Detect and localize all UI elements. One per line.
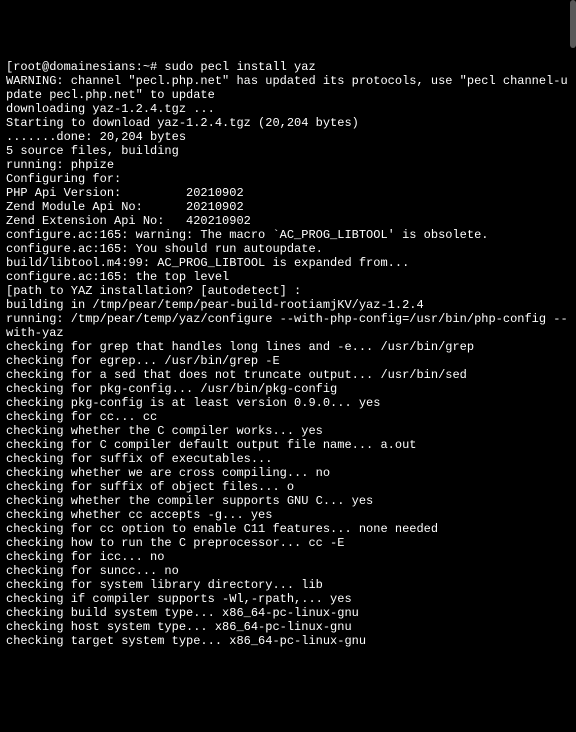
terminal-line: Configuring for: (6, 172, 570, 186)
terminal-line: checking target system type... x86_64-pc… (6, 634, 570, 648)
terminal-line: checking for suffix of executables... (6, 452, 570, 466)
terminal-line: [root@domainesians:~# sudo pecl install … (6, 60, 570, 74)
terminal-line: Zend Extension Api No: 420210902 (6, 214, 570, 228)
terminal-line: WARNING: channel "pecl.php.net" has upda… (6, 74, 570, 102)
terminal-line: checking for cc option to enable C11 fea… (6, 522, 570, 536)
terminal-line: running: /tmp/pear/temp/yaz/configure --… (6, 312, 570, 340)
terminal-line: checking for grep that handles long line… (6, 340, 570, 354)
terminal-line: checking build system type... x86_64-pc-… (6, 606, 570, 620)
terminal-line: checking for pkg-config... /usr/bin/pkg-… (6, 382, 570, 396)
terminal-line: Starting to download yaz-1.2.4.tgz (20,2… (6, 116, 570, 130)
terminal-line: checking whether cc accepts -g... yes (6, 508, 570, 522)
terminal-line: checking pkg-config is at least version … (6, 396, 570, 410)
terminal-line: .......done: 20,204 bytes (6, 130, 570, 144)
terminal-line: checking whether the C compiler works...… (6, 424, 570, 438)
terminal-line: checking for suffix of object files... o (6, 480, 570, 494)
terminal-line: running: phpize (6, 158, 570, 172)
terminal-line: PHP Api Version: 20210902 (6, 186, 570, 200)
terminal-line: configure.ac:165: the top level (6, 270, 570, 284)
terminal-line: checking for icc... no (6, 550, 570, 564)
terminal-line: checking for system library directory...… (6, 578, 570, 592)
terminal-line: configure.ac:165: warning: The macro `AC… (6, 228, 570, 242)
terminal-line: checking for C compiler default output f… (6, 438, 570, 452)
terminal-line: checking how to run the C preprocessor..… (6, 536, 570, 550)
terminal-line: build/libtool.m4:99: AC_PROG_LIBTOOL is … (6, 256, 570, 270)
terminal-line: checking whether we are cross compiling.… (6, 466, 570, 480)
terminal-line: checking if compiler supports -Wl,-rpath… (6, 592, 570, 606)
terminal-line: checking whether the compiler supports G… (6, 494, 570, 508)
terminal-line: 5 source files, building (6, 144, 570, 158)
terminal-line: [path to YAZ installation? [autodetect] … (6, 284, 570, 298)
terminal-line: checking for suncc... no (6, 564, 570, 578)
terminal-line: downloading yaz-1.2.4.tgz ... (6, 102, 570, 116)
terminal-output[interactable]: [root@domainesians:~# sudo pecl install … (6, 60, 570, 648)
terminal-line: configure.ac:165: You should run autoupd… (6, 242, 570, 256)
terminal-line: checking for a sed that does not truncat… (6, 368, 570, 382)
scrollbar[interactable] (570, 0, 576, 48)
terminal-line: checking host system type... x86_64-pc-l… (6, 620, 570, 634)
terminal-line: Zend Module Api No: 20210902 (6, 200, 570, 214)
terminal-line: building in /tmp/pear/temp/pear-build-ro… (6, 298, 570, 312)
terminal-line: checking for egrep... /usr/bin/grep -E (6, 354, 570, 368)
terminal-line: checking for cc... cc (6, 410, 570, 424)
